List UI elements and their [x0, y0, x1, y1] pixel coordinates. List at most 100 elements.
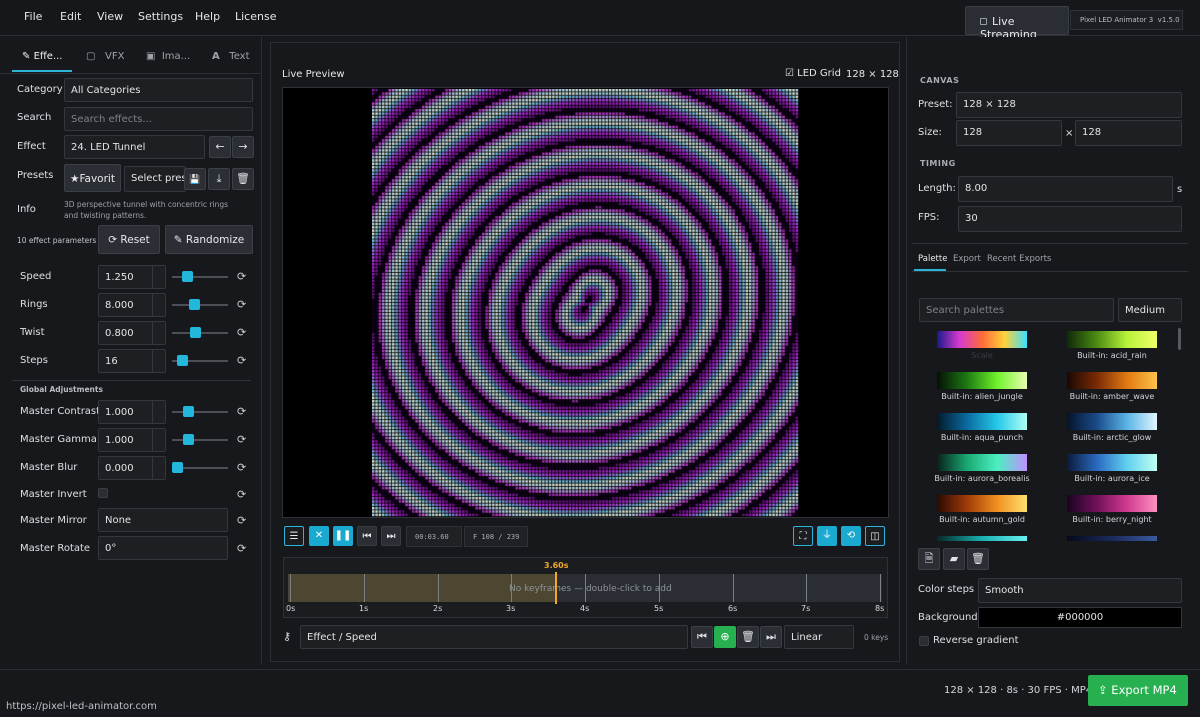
save-preset-button[interactable]: 💾 — [184, 168, 206, 190]
delete-preset-button[interactable]: 🗑 — [232, 168, 254, 190]
palette-swatch[interactable] — [937, 331, 1027, 348]
pause-button[interactable]: ❚❚ — [333, 526, 353, 546]
palette-swatch[interactable] — [937, 495, 1027, 512]
skip-back-button[interactable]: ⏮ — [357, 526, 377, 546]
slider-thumb[interactable] — [182, 271, 193, 282]
palette-swatch[interactable] — [1067, 536, 1157, 541]
palette-swatch[interactable] — [1067, 413, 1157, 430]
next-effect-button[interactable]: → — [232, 136, 254, 158]
prev-keyframe-button[interactable]: ⏮ — [691, 626, 713, 648]
global-value-input[interactable]: 1.000 — [98, 428, 166, 452]
palette-swatch[interactable] — [937, 454, 1027, 471]
reset-button[interactable]: ⟳ Reset — [98, 225, 160, 254]
tab-export[interactable]: Export — [953, 254, 981, 264]
fullscreen-button[interactable]: ⛶ — [793, 526, 813, 546]
live-streaming-toggle[interactable]: Live Streaming — [965, 6, 1069, 41]
delete-keyframe-button[interactable]: 🗑 — [737, 626, 759, 648]
slider-thumb[interactable] — [177, 355, 188, 366]
slider-thumb[interactable] — [190, 327, 201, 338]
global-value-input[interactable]: 1.000 — [98, 400, 166, 424]
track-select[interactable]: Effect / Speed — [300, 625, 688, 649]
palette-size-select[interactable]: Medium — [1118, 298, 1182, 322]
favorite-button[interactable]: ★Favorit — [64, 164, 121, 192]
slider-thumb[interactable] — [189, 299, 200, 310]
palette-swatch[interactable] — [937, 372, 1027, 389]
reset-mirror-icon[interactable]: ⟳ — [237, 514, 246, 527]
param-slider[interactable] — [172, 355, 228, 366]
global-value-input[interactable]: 0.000 — [98, 456, 166, 480]
led-matrix-canvas[interactable] — [372, 89, 799, 517]
connect-button[interactable]: ⏚ — [817, 526, 837, 546]
category-select[interactable]: All Categories — [64, 78, 253, 102]
loop-button[interactable]: ⟲ — [841, 526, 861, 546]
led-grid-toggle[interactable]: ☑ LED Grid — [785, 68, 841, 79]
slider-thumb[interactable] — [172, 462, 183, 473]
delete-palette-button[interactable]: 🗑 — [967, 548, 989, 570]
website-url[interactable]: https://pixel-led-animator.com — [6, 701, 157, 712]
reset-parameter-icon[interactable]: ⟳ — [237, 326, 246, 339]
palette-swatch[interactable] — [1067, 454, 1157, 471]
reset-parameter-icon[interactable]: ⟳ — [237, 461, 246, 474]
add-keyframe-button[interactable]: ⊕ — [714, 626, 736, 648]
tab-recent-exports[interactable]: Recent Exports — [987, 254, 1051, 264]
param-slider[interactable] — [172, 271, 228, 282]
background-color-picker[interactable]: #000000 — [978, 607, 1182, 628]
import-palette-button[interactable]: 🗎 — [918, 548, 940, 570]
randomize-button[interactable]: ✎ Randomize — [165, 225, 253, 254]
menu-button[interactable]: ☰ — [284, 526, 304, 546]
interpolation-select[interactable]: Linear — [784, 625, 854, 649]
reverse-gradient-checkbox[interactable] — [919, 636, 929, 646]
effect-select[interactable]: 24. LED Tunnel — [64, 135, 205, 159]
tab-effects[interactable]: ✎ Effe... — [22, 51, 62, 62]
reset-rotate-icon[interactable]: ⟳ — [237, 542, 246, 555]
param-value-input[interactable]: 16 — [98, 349, 166, 373]
param-value-input[interactable]: 0.800 — [98, 321, 166, 345]
effect-search-input[interactable]: Search effects... — [64, 107, 253, 131]
download-preset-button[interactable]: ⤓ — [208, 168, 230, 190]
skip-forward-button[interactable]: ⏭ — [381, 526, 401, 546]
param-slider[interactable] — [172, 327, 228, 338]
menu-file[interactable]: File — [24, 10, 42, 23]
reset-parameter-icon[interactable]: ⟳ — [237, 433, 246, 446]
palette-search-input[interactable]: Search palettes — [919, 298, 1114, 322]
previous-effect-button[interactable]: ← — [209, 136, 231, 158]
tab-palette[interactable]: Palette — [918, 254, 947, 264]
palette-swatch[interactable] — [1067, 495, 1157, 512]
menu-view[interactable]: View — [97, 10, 123, 23]
reset-parameter-icon[interactable]: ⟳ — [237, 298, 246, 311]
menu-license[interactable]: License — [235, 10, 276, 23]
master-rotate-select[interactable]: 0° — [98, 536, 228, 560]
canvas-width-input[interactable]: 128 — [956, 120, 1062, 146]
open-palette-button[interactable]: ▰ — [943, 548, 965, 570]
reset-parameter-icon[interactable]: ⟳ — [237, 354, 246, 367]
export-mp4-button[interactable]: ⇪ Export MP4 — [1088, 675, 1188, 706]
menu-settings[interactable]: Settings — [138, 10, 183, 23]
palette-swatch[interactable] — [1067, 331, 1157, 348]
palette-swatch[interactable] — [937, 536, 1027, 541]
global-slider[interactable] — [172, 406, 228, 417]
menu-edit[interactable]: Edit — [60, 10, 81, 23]
playhead[interactable] — [555, 572, 557, 604]
next-keyframe-button[interactable]: ⏭ — [760, 626, 782, 648]
palette-swatch[interactable] — [937, 413, 1027, 430]
tab-text[interactable]: A Text — [212, 51, 250, 62]
reset-parameter-icon[interactable]: ⟳ — [237, 405, 246, 418]
tab-image[interactable]: ▣ Ima... — [146, 51, 190, 62]
reset-parameter-icon[interactable]: ⟳ — [237, 270, 246, 283]
slider-thumb[interactable] — [183, 406, 194, 417]
canvas-height-input[interactable]: 128 — [1075, 120, 1182, 146]
tab-vfx[interactable]: ▢ VFX — [86, 51, 124, 62]
param-value-input[interactable]: 8.000 — [98, 293, 166, 317]
split-view-button[interactable]: ◫ — [865, 526, 885, 546]
menu-help[interactable]: Help — [195, 10, 220, 23]
fps-input[interactable]: 30 — [958, 206, 1182, 232]
param-slider[interactable] — [172, 299, 228, 310]
palette-swatch[interactable] — [1067, 372, 1157, 389]
slider-thumb[interactable] — [183, 434, 194, 445]
reset-invert-icon[interactable]: ⟳ — [237, 488, 246, 501]
canvas-preset-select[interactable]: 128 × 128 — [956, 92, 1182, 118]
shuffle-button[interactable]: ✕ — [309, 526, 329, 546]
color-steps-select[interactable]: Smooth — [978, 578, 1182, 603]
palette-scrollbar[interactable] — [1178, 328, 1181, 350]
preset-select[interactable]: Select prese — [124, 166, 186, 192]
